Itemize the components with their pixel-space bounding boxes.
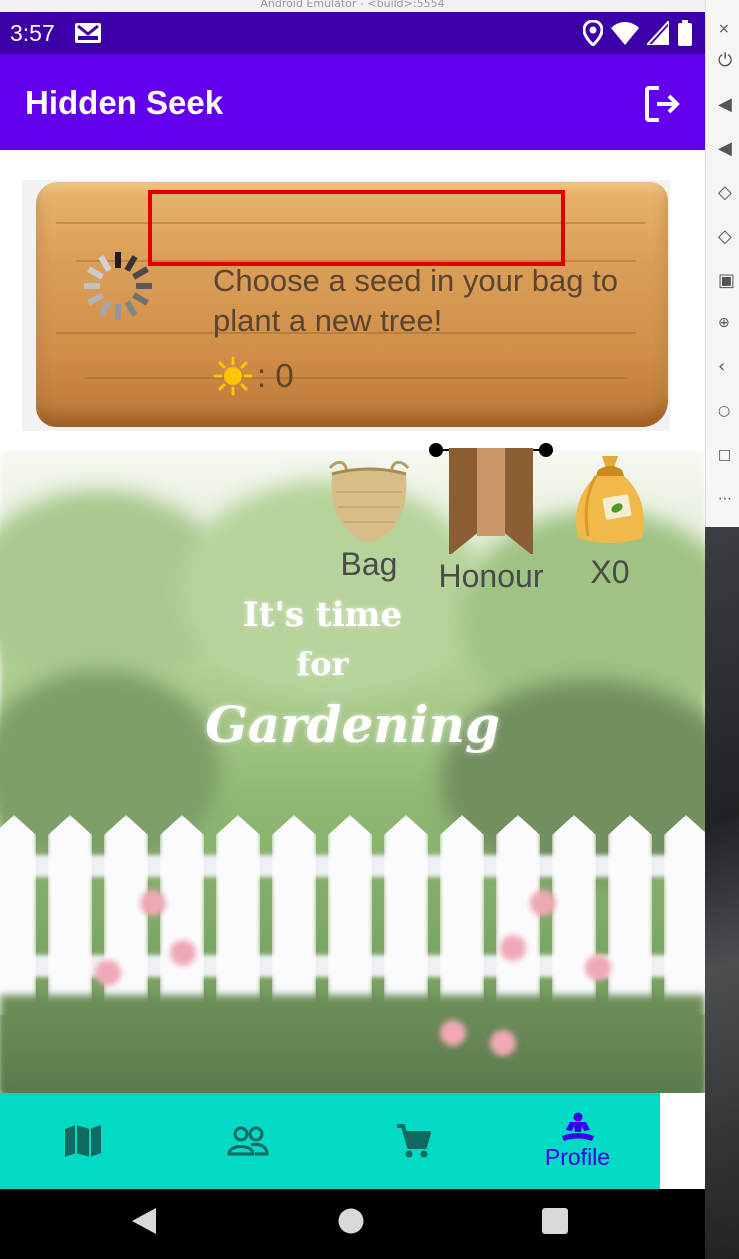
friends-icon	[226, 1126, 269, 1156]
cart-icon	[396, 1124, 431, 1158]
sun-icon	[213, 356, 253, 396]
volume-down-icon[interactable]: ◀	[718, 138, 739, 160]
camera-icon[interactable]: ▣	[718, 270, 739, 292]
status-icons	[582, 18, 693, 50]
status-time: 3:57	[10, 20, 55, 46]
sign-message: Choose a seed in your bag to plant a new…	[213, 263, 618, 338]
nav-shop[interactable]	[330, 1093, 495, 1189]
honour-button[interactable]: Honour	[426, 440, 556, 595]
emulator-side-panel: × ⏻ ◀ ◀ ◇ ◇ ▣ ⊕ ‹ ○ □ ⋯	[705, 0, 739, 527]
grass	[0, 995, 705, 1093]
back-icon[interactable]	[130, 1206, 158, 1240]
wifi-icon	[611, 21, 639, 49]
honour-label: Honour	[438, 558, 544, 594]
back-side-icon[interactable]: ‹	[718, 356, 739, 378]
phone-screen: 3:57 Hidden Seek It's time for Gardening…	[0, 12, 705, 1259]
emulator-screen: Android Emulator - <build>:5554 3:57 Hid…	[0, 0, 739, 1259]
watermark: 3png.com	[610, 429, 685, 447]
slogan-line-1: It's time	[242, 595, 403, 635]
status-bar: 3:57	[0, 12, 705, 54]
nav-friends[interactable]	[165, 1093, 330, 1189]
home-side-icon[interactable]: ○	[718, 400, 739, 422]
desktop-background	[705, 527, 739, 1259]
seed-count-label: X0	[590, 554, 630, 590]
rotate-right-icon[interactable]: ◇	[718, 226, 739, 248]
mail-icon	[74, 22, 102, 48]
power-icon[interactable]: ⏻	[718, 50, 739, 72]
rotate-left-icon[interactable]: ◇	[718, 182, 739, 204]
location-icon	[582, 19, 604, 50]
garden-screen: It's time for Gardening 3png.com Choose …	[0, 150, 705, 1093]
emulator-title: Android Emulator - <build>:5554	[0, 0, 705, 12]
bottom-navigation: Profile	[0, 1093, 660, 1189]
nav-profile[interactable]: Profile	[495, 1093, 660, 1189]
more-icon[interactable]: ⋯	[718, 488, 739, 510]
battery-icon	[677, 20, 693, 50]
sun-count: : 0	[257, 357, 294, 394]
meditation-icon	[561, 1112, 594, 1141]
slogan-line-2: for	[296, 645, 349, 683]
zoom-icon[interactable]: ⊕	[718, 312, 739, 334]
seed-bag-button[interactable]: X0	[565, 450, 655, 591]
volume-up-icon[interactable]: ◀	[718, 94, 739, 116]
slogan-line-3: Gardening	[205, 695, 500, 754]
seed-sack-icon	[576, 456, 644, 543]
overview-side-icon[interactable]: □	[718, 444, 739, 466]
bag-label: Bag	[340, 546, 398, 582]
highlight-box	[148, 190, 565, 266]
basket-icon	[328, 460, 410, 542]
map-icon	[64, 1125, 101, 1157]
bag-button[interactable]: Bag	[318, 452, 420, 583]
nav-profile-label: Profile	[544, 1143, 611, 1170]
loading-spinner-icon	[78, 246, 158, 326]
app-bar: Hidden Seek	[0, 54, 705, 150]
nav-map[interactable]	[0, 1093, 165, 1189]
home-icon[interactable]	[337, 1207, 365, 1239]
honour-ribbon-icon	[429, 443, 553, 556]
logout-icon[interactable]	[643, 84, 683, 124]
close-icon[interactable]: ×	[718, 18, 739, 40]
system-navigation-bar	[0, 1189, 705, 1259]
app-title: Hidden Seek	[25, 84, 224, 121]
signal-icon	[644, 18, 670, 49]
recents-icon[interactable]	[541, 1207, 569, 1239]
bottom-nav-filler	[660, 1093, 705, 1189]
